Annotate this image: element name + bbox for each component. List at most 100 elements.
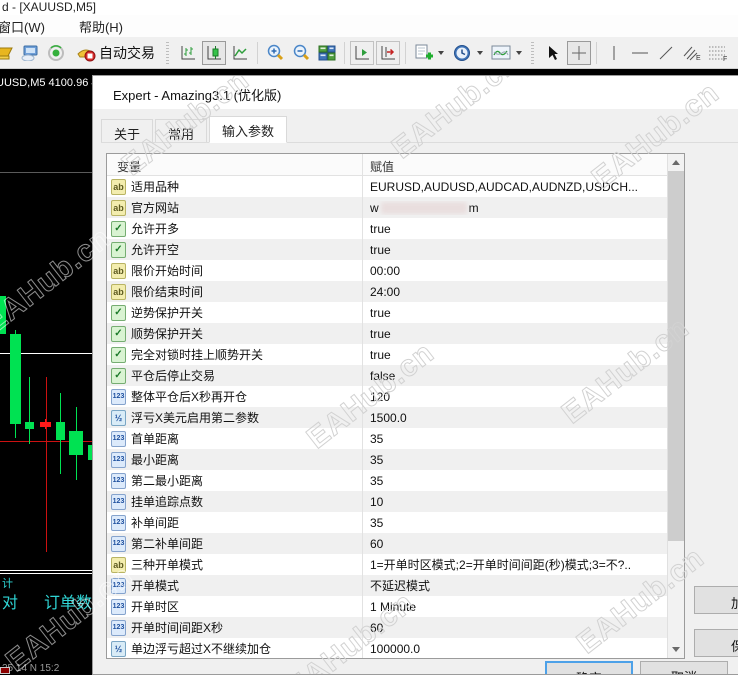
param-row[interactable]: ab 限价结束时间 24:00	[107, 281, 667, 302]
param-row[interactable]: ✓ 完全对锁时挂上顺势开关 true	[107, 344, 667, 365]
param-row[interactable]: ab 限价开始时间 00:00	[107, 260, 667, 281]
param-name-cell[interactable]: 123 最小距离	[107, 451, 362, 468]
param-row[interactable]: ✓ 逆势保护开关 true	[107, 302, 667, 323]
toolbar-drag-handle[interactable]	[531, 41, 536, 64]
zoom-in-icon[interactable]	[263, 41, 287, 65]
scrollbar-thumb[interactable]	[668, 171, 684, 541]
param-row[interactable]: 123 开单时区 1 Minute	[107, 596, 667, 617]
param-row[interactable]: ½ 浮亏X美元启用第二参数 1500.0	[107, 407, 667, 428]
param-row[interactable]: 123 开单时间间距X秒 60	[107, 617, 667, 638]
param-value-cell[interactable]: 100000.0	[362, 642, 420, 656]
param-value-cell[interactable]: EURUSD,AUDUSD,AUDCAD,AUDNZD,USDCH...	[362, 180, 638, 194]
scroll-up-icon[interactable]	[668, 154, 684, 171]
param-name-cell[interactable]: 123 挂单追踪点数	[107, 493, 362, 510]
toolbar-drag-handle[interactable]	[166, 41, 171, 64]
param-name-cell[interactable]: 123 开单时间间距X秒	[107, 619, 362, 636]
cursor-icon[interactable]	[541, 41, 565, 65]
timeframe-clock-icon[interactable]	[450, 41, 474, 65]
gold-bar-icon[interactable]	[0, 41, 16, 65]
menu-help[interactable]: 帮助(H)	[69, 15, 133, 37]
param-row[interactable]: ✓ 顺势保护开关 true	[107, 323, 667, 344]
param-value-cell[interactable]: wm	[362, 201, 479, 215]
param-value-cell[interactable]: 1=开单时区模式;2=开单时间间距(秒)模式;3=不?..	[362, 556, 631, 573]
param-name-cell[interactable]: ab 官方网站	[107, 199, 362, 216]
param-value-cell[interactable]: 35	[362, 453, 383, 467]
param-row[interactable]: 123 第二最小距离 35	[107, 470, 667, 491]
candle-chart-icon[interactable]	[202, 40, 226, 65]
save-button[interactable]: 保	[694, 629, 738, 657]
horizontal-line-icon[interactable]	[628, 41, 652, 65]
param-row[interactable]: ✓ 允许开多 true	[107, 218, 667, 239]
param-name-cell[interactable]: ✓ 允许开空	[107, 241, 362, 258]
param-row[interactable]: ab 三种开单模式 1=开单时区模式;2=开单时间间距(秒)模式;3=不?..	[107, 554, 667, 575]
param-value-cell[interactable]: true	[362, 222, 391, 236]
param-value-cell[interactable]: true	[362, 327, 391, 341]
param-row[interactable]: 123 开单模式 不延迟模式	[107, 575, 667, 596]
param-name-cell[interactable]: ✓ 平仓后停止交易	[107, 367, 362, 384]
param-name-cell[interactable]: ✓ 允许开多	[107, 220, 362, 237]
param-name-cell[interactable]: 123 第二最小距离	[107, 472, 362, 489]
param-value-cell[interactable]: 00:00	[362, 264, 400, 278]
param-name-cell[interactable]: 123 第二补单间距	[107, 535, 362, 552]
autotrading-button[interactable]: 自动交易	[70, 41, 161, 65]
indicators-dropdown-icon[interactable]	[516, 50, 522, 55]
menu-window[interactable]: 窗口(W)	[0, 15, 55, 37]
param-row[interactable]: 123 最小距离 35	[107, 449, 667, 470]
column-header-variable[interactable]: 变量	[117, 158, 141, 175]
param-name-cell[interactable]: ✓ 顺势保护开关	[107, 325, 362, 342]
tab-1[interactable]: 常用	[155, 119, 208, 143]
crosshair-icon[interactable]	[567, 40, 591, 65]
fibonacci-icon[interactable]: F	[706, 41, 730, 65]
param-name-cell[interactable]: ab 适用品种	[107, 178, 362, 195]
param-name-cell[interactable]: ✓ 完全对锁时挂上顺势开关	[107, 346, 362, 363]
dialog-titlebar[interactable]: Expert - Amazing3.1 (优化版)	[93, 76, 738, 109]
param-name-cell[interactable]: ab 限价结束时间	[107, 283, 362, 300]
param-row[interactable]: ab 适用品种 EURUSD,AUDUSD,AUDCAD,AUDNZD,USDCH.…	[107, 176, 667, 197]
param-row[interactable]: 123 整体平仓后X秒再开仓 120	[107, 386, 667, 407]
column-header-value[interactable]: 赋值	[370, 158, 394, 175]
param-value-cell[interactable]: 1500.0	[362, 411, 407, 425]
param-name-cell[interactable]: 123 开单时区	[107, 598, 362, 615]
param-name-cell[interactable]: 123 开单模式	[107, 577, 362, 594]
zoom-out-icon[interactable]	[289, 41, 313, 65]
param-name-cell[interactable]: ½ 单边浮亏超过X不继续加仓	[107, 640, 362, 657]
param-name-cell[interactable]: ✓ 逆势保护开关	[107, 304, 362, 321]
signal-icon[interactable]	[44, 41, 68, 65]
param-row[interactable]: 123 挂单追踪点数 10	[107, 491, 667, 512]
param-name-cell[interactable]: 123 首单距离	[107, 430, 362, 447]
param-value-cell[interactable]: 10	[362, 495, 383, 509]
column-divider[interactable]	[362, 154, 363, 658]
param-row[interactable]: ½ 单边浮亏超过X不继续加仓 100000.0	[107, 638, 667, 658]
auto-scroll-icon[interactable]	[376, 40, 400, 65]
param-value-cell[interactable]: false	[362, 369, 395, 383]
trendline-icon[interactable]	[654, 41, 678, 65]
param-name-cell[interactable]: ab 三种开单模式	[107, 556, 362, 573]
vertical-scrollbar[interactable]	[667, 154, 684, 658]
tile-windows-icon[interactable]	[315, 41, 339, 65]
param-row[interactable]: ✓ 允许开空 true	[107, 239, 667, 260]
parameters-table[interactable]: 变量 赋值 ab 适用品种 EURUSD,AUDUSD,AUDCAD,AUDNZD,…	[106, 153, 685, 659]
timeframe-dropdown-icon[interactable]	[477, 50, 483, 55]
new-order-dropdown-icon[interactable]	[438, 50, 444, 55]
param-name-cell[interactable]: 123 整体平仓后X秒再开仓	[107, 388, 362, 405]
param-name-cell[interactable]: 123 补单间距	[107, 514, 362, 531]
param-value-cell[interactable]: 120	[362, 390, 390, 404]
param-row[interactable]: 123 第二补单间距 60	[107, 533, 667, 554]
param-value-cell[interactable]: true	[362, 306, 391, 320]
param-value-cell[interactable]: 60	[362, 621, 383, 635]
scroll-down-icon[interactable]	[668, 641, 684, 658]
param-value-cell[interactable]: true	[362, 243, 391, 257]
param-value-cell[interactable]: 不延迟模式	[362, 577, 430, 594]
equidistant-channel-icon[interactable]: E	[680, 41, 704, 65]
param-row[interactable]: ✓ 平仓后停止交易 false	[107, 365, 667, 386]
param-value-cell[interactable]: 60	[362, 537, 383, 551]
new-order-icon[interactable]	[411, 41, 435, 65]
param-name-cell[interactable]: ½ 浮亏X美元启用第二参数	[107, 409, 362, 426]
chart-shift-icon[interactable]	[350, 40, 374, 65]
tab-2[interactable]: 输入参数	[209, 116, 288, 143]
bar-chart-icon[interactable]	[176, 41, 200, 65]
indicators-icon[interactable]	[489, 41, 513, 65]
param-row[interactable]: 123 补单间距 35	[107, 512, 667, 533]
load-button[interactable]: 加	[694, 586, 738, 614]
ok-button[interactable]: 确定	[545, 661, 633, 674]
